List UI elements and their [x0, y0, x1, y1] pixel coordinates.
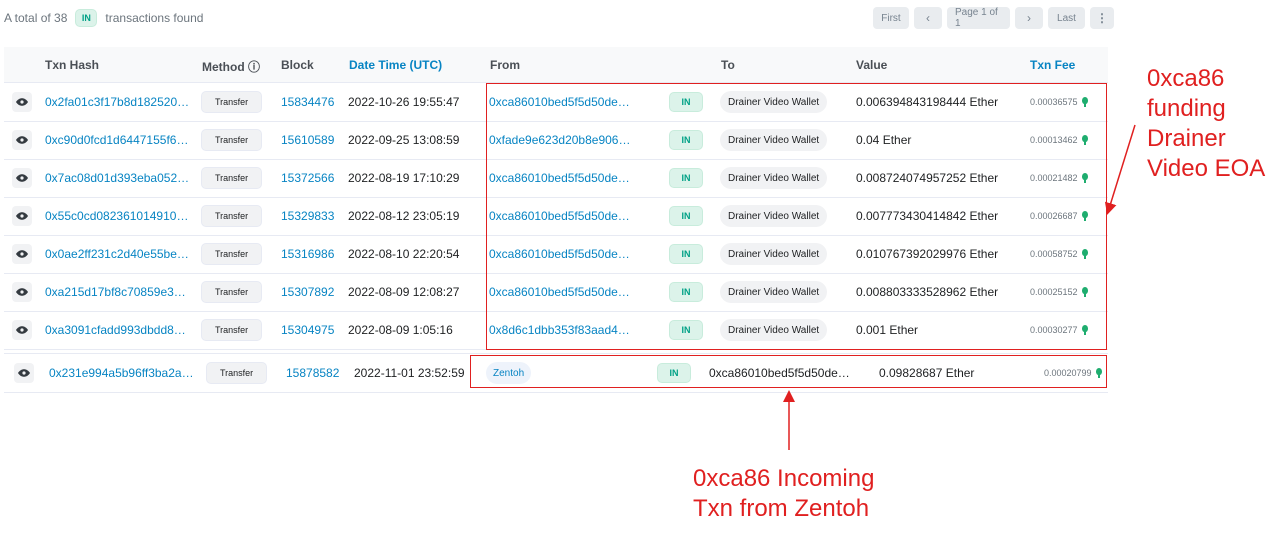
col-to: To [721, 58, 735, 72]
txn-hash-link[interactable]: 0x231e994a5b96ff3ba2a… [49, 354, 194, 392]
date-time: 2022-11-01 23:52:59 [354, 366, 465, 380]
block-link[interactable]: 15304975 [281, 311, 334, 349]
block-link[interactable]: 15329833 [281, 197, 334, 235]
method-badge: Transfer [201, 167, 263, 189]
summary-line: A total of 38 IN transactions found [4, 8, 203, 28]
date-time: 2022-09-25 13:08:59 [348, 133, 460, 147]
block-link[interactable]: 15610589 [281, 121, 334, 159]
block-link[interactable]: 15372566 [281, 159, 334, 197]
method-badge: Transfer [201, 129, 263, 151]
summary-text: A total of 38 [4, 11, 68, 25]
col-txn-fee[interactable]: Txn Fee [1030, 58, 1075, 72]
last-page-button[interactable]: Last [1048, 7, 1085, 29]
method-badge: Transfer [201, 205, 263, 227]
date-time: 2022-08-09 12:08:27 [348, 285, 460, 299]
col-date-time[interactable]: Date Time (UTC) [349, 58, 442, 72]
eye-icon[interactable] [14, 363, 34, 383]
date-time: 2022-10-26 19:55:47 [348, 95, 460, 109]
txn-hash-link[interactable]: 0x2fa01c3f17b8d182520… [45, 83, 189, 121]
date-time: 2022-08-09 1:05:16 [348, 323, 453, 337]
txn-hash-link[interactable]: 0xc90d0fcd1d6447155f6… [45, 121, 188, 159]
date-time: 2022-08-12 23:05:19 [348, 209, 460, 223]
annotation-box-funding [486, 83, 1107, 350]
method-badge: Transfer [201, 319, 263, 341]
block-link[interactable]: 15878582 [286, 354, 339, 392]
col-method[interactable]: Method ⓘ [202, 58, 260, 75]
block-link[interactable]: 15316986 [281, 235, 334, 273]
summary-count-text: transactions found [105, 11, 204, 25]
block-link[interactable]: 15307892 [281, 273, 334, 311]
method-badge: Transfer [206, 362, 268, 384]
next-page-button[interactable]: › [1015, 7, 1043, 29]
col-value: Value [856, 58, 888, 72]
block-link[interactable]: 15834476 [281, 83, 334, 121]
method-badge: Transfer [201, 91, 263, 113]
txn-hash-link[interactable]: 0xa3091cfadd993dbdd8… [45, 311, 186, 349]
in-badge: IN [75, 9, 98, 27]
more-options-button[interactable]: ⋮ [1090, 7, 1114, 29]
page-indicator: Page 1 of 1 [947, 7, 1010, 29]
prev-page-button[interactable]: ‹ [914, 7, 942, 29]
date-time: 2022-08-19 17:10:29 [348, 171, 460, 185]
eye-icon[interactable] [12, 282, 32, 302]
eye-icon[interactable] [12, 244, 32, 264]
txn-hash-link[interactable]: 0xa215d17bf8c70859e3… [45, 273, 186, 311]
eye-icon[interactable] [12, 320, 32, 340]
annotation-box-zentoh [470, 355, 1107, 388]
col-txn-hash: Txn Hash [45, 58, 100, 72]
col-from: From [490, 58, 520, 72]
annotation-zentoh-note: 0xca86 Incoming Txn from Zentoh [693, 465, 875, 522]
txn-hash-link[interactable]: 0x55c0cd082361014910… [45, 197, 188, 235]
method-badge: Transfer [201, 281, 263, 303]
col-block: Block [281, 58, 314, 72]
annotation-funding-note: 0xca86 funding Drainer Video EOA [1147, 65, 1266, 182]
eye-icon[interactable] [12, 92, 32, 112]
eye-icon[interactable] [12, 168, 32, 188]
pagination: First ‹ Page 1 of 1 › Last ⋮ [873, 7, 1114, 29]
eye-icon[interactable] [12, 130, 32, 150]
first-page-button[interactable]: First [873, 7, 909, 29]
method-badge: Transfer [201, 243, 263, 265]
date-time: 2022-08-10 22:20:54 [348, 247, 460, 261]
txn-hash-link[interactable]: 0x7ac08d01d393eba052… [45, 159, 189, 197]
eye-icon[interactable] [12, 206, 32, 226]
txn-hash-link[interactable]: 0x0ae2ff231c2d40e55be… [45, 235, 189, 273]
table-header: Txn Hash Method ⓘ Block Date Time (UTC) … [4, 47, 1108, 83]
